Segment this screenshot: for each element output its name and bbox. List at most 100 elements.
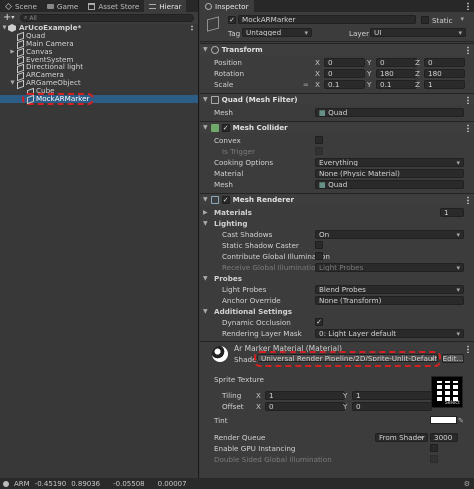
status-settings-icon[interactable]: ⚙ [464, 480, 470, 488]
convex-row: Convex [200, 135, 474, 145]
transform-header[interactable]: ▼ Transform [200, 43, 474, 55]
select-label: Select [444, 400, 460, 406]
cast-shadows-dropdown[interactable]: On [315, 229, 464, 239]
component-menu-icon[interactable] [467, 95, 469, 104]
tint-color-swatch[interactable] [430, 416, 457, 424]
mesh-collider-enabled-checkbox[interactable]: ✓ [221, 123, 230, 132]
expand-arrow-icon[interactable]: ▼ [1, 24, 8, 32]
materials-row[interactable]: ▶ Materials 1 [200, 207, 474, 217]
double-sided-gi-checkbox[interactable] [430, 455, 438, 463]
tiling-y-field[interactable]: 1 [352, 390, 432, 400]
tab-inspector[interactable]: Inspector [200, 0, 254, 12]
scale-x-field[interactable]: 0.1 [324, 79, 365, 89]
is-trigger-checkbox[interactable] [315, 147, 323, 155]
more-options-icon[interactable] [467, 2, 469, 10]
foldout-arrow-icon[interactable]: ▼ [203, 96, 208, 103]
physic-material-field[interactable]: None (Physic Material) [315, 168, 464, 178]
static-shadow-caster-checkbox[interactable] [315, 241, 323, 249]
layer-dropdown[interactable]: UI [370, 28, 466, 37]
additional-settings-section[interactable]: ▼ Additional Settings [200, 306, 474, 316]
eyedropper-icon[interactable]: ✎ [458, 416, 464, 425]
component-menu-icon[interactable] [467, 195, 469, 204]
mesh-filter-mesh-row: Mesh ▦ Quad [200, 107, 474, 117]
active-checkbox[interactable]: ✓ [228, 16, 236, 24]
scale-z: 1 [428, 79, 433, 89]
contribute-gi-checkbox[interactable] [315, 252, 323, 260]
offset-x-field[interactable]: 0 [265, 401, 345, 411]
anchor-override-field[interactable]: None (Transform) [315, 295, 464, 305]
tiling-x-field[interactable]: 1 [265, 390, 345, 400]
cooking-options-dropdown[interactable]: Everything [315, 157, 464, 167]
position-row: Position X0 Y0 Z0 [200, 57, 474, 67]
collapse-arrow-icon[interactable]: ▶ [9, 48, 16, 56]
mesh-collider-header[interactable]: ▼ ✓ Mesh Collider [200, 121, 474, 133]
rotation-x-field[interactable]: 0 [324, 68, 365, 78]
tab-inspector-label: Inspector [215, 1, 249, 11]
component-menu-icon[interactable] [467, 123, 469, 132]
probes-section[interactable]: ▼ Probes [200, 273, 474, 283]
foldout-arrow-icon[interactable]: ▼ [203, 220, 208, 227]
lighting-section[interactable]: ▼ Lighting [200, 218, 474, 228]
mesh-icon: ▦ [319, 107, 329, 117]
mesh-filter-mesh-field[interactable]: ▦ Quad [315, 107, 464, 117]
foldout-arrow-icon[interactable]: ▼ [203, 46, 208, 53]
rotation-z-field[interactable]: 180 [424, 68, 465, 78]
expand-arrow-icon[interactable]: ▼ [9, 79, 16, 87]
tab-game[interactable]: Game [42, 0, 83, 12]
tree-item-cube[interactable]: Cube [0, 87, 198, 95]
mesh-renderer-enabled-checkbox[interactable]: ✓ [221, 195, 230, 204]
sprite-texture-slot[interactable]: Select [431, 376, 463, 408]
foldout-arrow-icon[interactable]: ▼ [203, 308, 208, 315]
mesh-filter-header[interactable]: ▼ Quad (Mesh Filter) [200, 93, 474, 105]
add-button[interactable]: + ▾ [3, 13, 17, 23]
tab-scene[interactable]: Scene [0, 0, 42, 12]
position-z-field[interactable]: 0 [424, 57, 465, 67]
gpu-instancing-label: Enable GPU Instancing [214, 443, 296, 453]
tab-game-label: Game [56, 1, 79, 11]
foldout-arrow-icon[interactable]: ▼ [203, 275, 208, 282]
object-name-field[interactable]: MockARMarker [238, 15, 416, 24]
mesh-collider-icon [210, 123, 219, 132]
materials-count-field[interactable]: 1 [440, 207, 464, 217]
foldout-arrow-icon[interactable]: ▶ [203, 209, 208, 216]
material-menu-icon[interactable] [467, 345, 469, 353]
gpu-instancing-checkbox[interactable] [430, 444, 438, 452]
foldout-arrow-icon[interactable]: ▼ [203, 124, 208, 131]
tree-item-argameobject[interactable]: ▼ ARGameObject [0, 79, 198, 87]
render-queue-mode-dropdown[interactable]: From Shader [375, 432, 428, 442]
tab-hierarchy[interactable]: Hierar [144, 0, 187, 12]
mesh-renderer-header[interactable]: ▼ ✓ Mesh Renderer [200, 193, 474, 205]
object-header: ✓ MockARMarker Static Tag Untagged Layer… [200, 12, 474, 42]
position-y-field[interactable]: 0 [376, 57, 417, 67]
tab-asset-store[interactable]: Asset Store [83, 0, 144, 12]
scene-menu-icon[interactable] [191, 24, 193, 31]
scale-z-field[interactable]: 1 [424, 79, 465, 89]
tag-dropdown[interactable]: Untagged [242, 28, 312, 37]
rotation-y-field[interactable]: 180 [376, 68, 417, 78]
status-value: -0.05508 [113, 479, 145, 488]
convex-checkbox[interactable] [315, 136, 323, 144]
receive-gi-dropdown[interactable]: Light Probes [315, 262, 464, 272]
dynamic-occlusion-checkbox[interactable]: ✓ [315, 318, 323, 326]
game-icon [46, 3, 54, 9]
render-queue-value-field[interactable]: 3000 [430, 432, 458, 442]
light-probes-dropdown[interactable]: Blend Probes [315, 284, 464, 294]
edit-shader-button[interactable]: Edit... [442, 354, 464, 363]
rotation-row: Rotation X0 Y 180 Z 180 [200, 68, 474, 78]
static-checkbox[interactable] [421, 16, 429, 24]
shader-dropdown[interactable]: Universal Render Pipeline/2D/Sprite-Unli… [257, 354, 438, 362]
collider-mesh-field[interactable]: ▦ Quad [315, 179, 464, 189]
static-dropdown[interactable] [457, 15, 467, 24]
rendering-layer-mask-value: 0: Light Layer default [319, 328, 397, 338]
foldout-arrow-icon[interactable]: ▼ [203, 196, 208, 203]
inspector-panel: Inspector ✓ MockARMarker Static Tag Unta… [200, 0, 474, 489]
scale-y-field[interactable]: 0.1 [376, 79, 417, 89]
rendering-layer-mask-dropdown[interactable]: 0: Light Layer default [315, 328, 464, 338]
component-menu-icon[interactable] [467, 45, 469, 54]
link-icon[interactable]: ∞ [303, 80, 309, 89]
hierarchy-search-input[interactable]: ⌕ All [20, 14, 194, 22]
offset-y-field[interactable]: 0 [352, 401, 432, 411]
gpu-instancing-row: Enable GPU Instancing [200, 443, 474, 453]
position-x-field[interactable]: 0 [324, 57, 365, 67]
tree-item-mockarmarker[interactable]: MockARMarker [0, 92, 198, 105]
